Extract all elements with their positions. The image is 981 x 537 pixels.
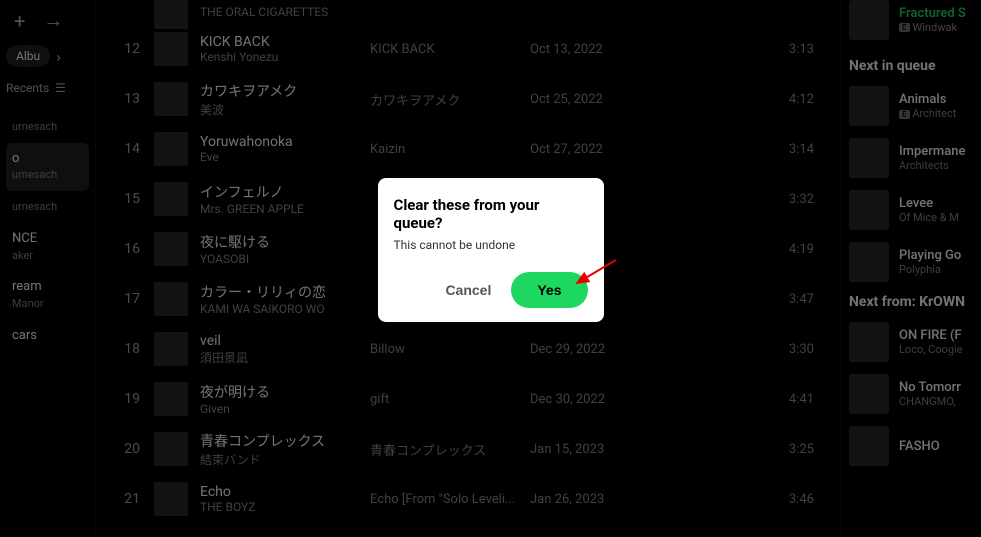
yes-button[interactable]: Yes [511, 272, 587, 308]
modal-overlay: Clear these from your queue? This cannot… [0, 0, 981, 537]
cancel-button[interactable]: Cancel [429, 272, 507, 308]
clear-queue-modal: Clear these from your queue? This cannot… [378, 178, 604, 322]
modal-title: Clear these from your queue? [394, 196, 588, 232]
modal-subtitle: This cannot be undone [394, 238, 588, 252]
